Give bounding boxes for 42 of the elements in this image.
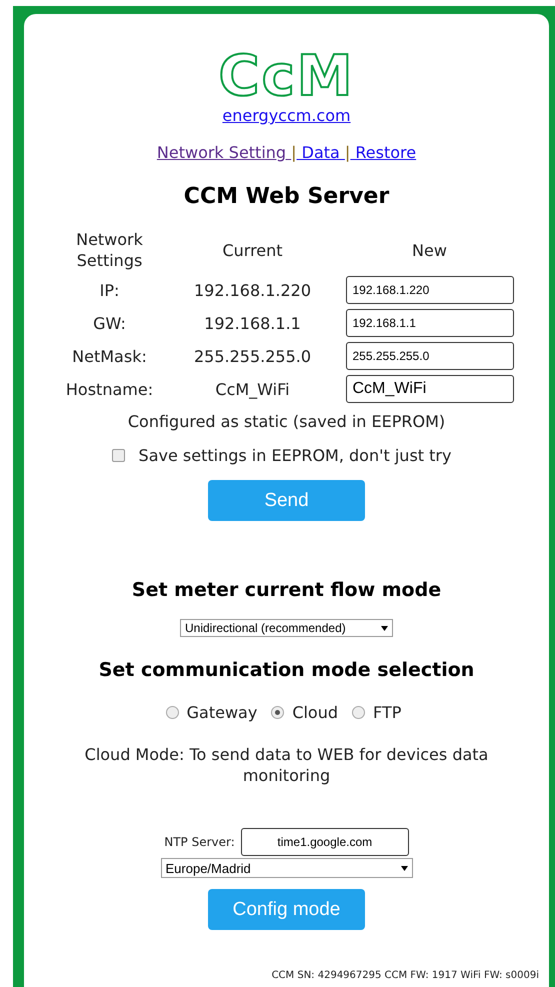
separator: | xyxy=(344,143,350,162)
status-text: Configured as static (saved in EEPROM) xyxy=(128,411,446,432)
column-header: Network Settings xyxy=(75,229,144,271)
caret-icon xyxy=(381,626,388,630)
radio-label: Cloud xyxy=(292,703,338,722)
row-label: NetMask: xyxy=(71,346,148,366)
nav-link[interactable]: Network Setting xyxy=(156,143,292,162)
current-value: 255.255.255.0 xyxy=(192,346,312,366)
logo: CcM xyxy=(218,50,355,104)
section-heading: Set meter current flow mode xyxy=(132,579,442,601)
mode-description: Cloud Mode: To send data to WEB for devices data monitoring xyxy=(84,744,490,786)
footer-text: CCM SN: 4294967295 CCM FW: 1917 WiFi FW: s0009i xyxy=(272,970,539,981)
input-field[interactable]: CcM_WiFi xyxy=(346,375,514,403)
section-heading: Set communication mode selection xyxy=(98,659,474,681)
page-title: CCM Web Server xyxy=(184,184,390,209)
checkbox[interactable] xyxy=(112,449,125,462)
site-link[interactable]: energyccm.com xyxy=(222,106,351,125)
current-value: 192.168.1.1 xyxy=(203,312,302,334)
nav-link[interactable]: Data xyxy=(296,143,345,162)
input-field[interactable]: 192.168.1.1 xyxy=(346,309,514,337)
input-field[interactable]: 255.255.255.0 xyxy=(346,342,514,370)
dropdown[interactable]: Unidirectional (recommended) xyxy=(180,619,393,637)
current-value: CcM_WiFi xyxy=(214,378,291,400)
current-value: 192.168.1.220 xyxy=(192,280,312,300)
checkbox-label: Save settings in EEPROM, don't just try xyxy=(138,446,452,465)
timezone-dropdown[interactable]: Europe/Madrid xyxy=(160,858,412,878)
radio-label: Gateway xyxy=(186,703,258,722)
radio-button[interactable] xyxy=(271,706,284,719)
radio-button[interactable] xyxy=(352,706,366,719)
row-label: GW: xyxy=(92,312,127,334)
radio-button[interactable] xyxy=(166,706,179,719)
nav-link[interactable]: Restore xyxy=(350,143,416,162)
row-label: IP: xyxy=(98,280,120,300)
radio-label: FTP xyxy=(373,703,402,722)
input-field[interactable]: 192.168.1.220 xyxy=(346,276,514,304)
ntp-label: NTP Server: xyxy=(164,835,235,849)
row-label: Hostname: xyxy=(64,378,154,400)
ntp-field[interactable]: time1.google.com xyxy=(240,828,409,856)
separator: | xyxy=(291,143,297,162)
caret-icon xyxy=(400,866,408,870)
column-header: Current xyxy=(221,240,284,260)
column-header: New xyxy=(411,240,448,260)
